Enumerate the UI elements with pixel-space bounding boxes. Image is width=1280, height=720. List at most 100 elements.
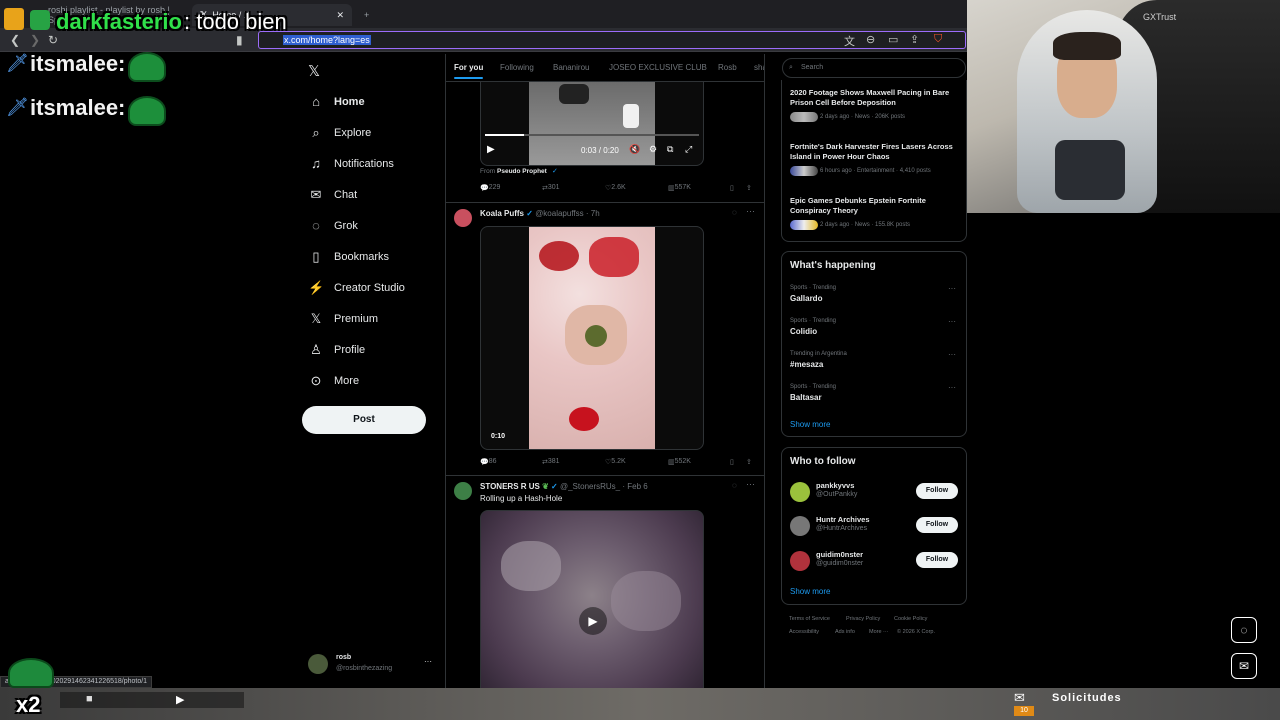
reply-button[interactable]: 💬 86 [480, 458, 497, 466]
follow-button[interactable]: Follow [916, 552, 958, 568]
grok-float-button[interactable]: ◌ [1231, 617, 1257, 643]
follow-name[interactable]: Huntr Archives [816, 515, 870, 524]
trend-name[interactable]: #mesaza [790, 360, 823, 369]
url-field[interactable]: x.com/home?lang=es [258, 31, 966, 49]
footer-link[interactable]: Ads info [835, 629, 855, 635]
post-button[interactable]: Post [302, 406, 426, 434]
fullscreen-icon[interactable]: ⤢ [685, 144, 692, 155]
whats-happening-card: What's happening Sports · Trending Galla… [781, 251, 967, 437]
messages-float-button[interactable]: ✉ [1231, 653, 1257, 679]
share-icon[interactable]: ⇪ [910, 33, 919, 46]
bookmark-page-icon[interactable]: ▮ [236, 33, 243, 47]
repost-button[interactable]: ⇄ 381 [542, 458, 560, 466]
show-more-link[interactable]: Show more [790, 587, 830, 596]
follow-name[interactable]: guidim0nster [816, 550, 863, 559]
back-icon[interactable]: ❮ [10, 33, 20, 47]
zoom-icon[interactable]: ⊖ [866, 33, 875, 46]
sidebar-item-creator-studio[interactable]: ⚡ Creator Studio [308, 280, 405, 296]
tab-joseo[interactable]: JOSEO EXCLUSIVE CLUB [609, 63, 707, 72]
tab-more[interactable]: sha [754, 63, 764, 72]
reload-icon[interactable]: ↻ [48, 33, 58, 47]
follow-handle: @guidim0nster [816, 560, 864, 567]
sidebar-item-profile[interactable]: ♙ Profile [308, 342, 365, 358]
cast-icon[interactable]: ▭ [888, 33, 898, 46]
more-icon[interactable]: ··· [948, 284, 956, 293]
sidebar-item-premium[interactable]: 𝕏 Premium [308, 311, 378, 327]
sidebar-item-explore[interactable]: ⌕ Explore [308, 125, 371, 141]
post-video[interactable]: ▶ 0:03 / 0:20 🔇 ⚙ ⧉ ⤢ [480, 82, 704, 166]
more-icon[interactable]: ··· [424, 657, 432, 666]
play-icon[interactable]: ▶ [487, 144, 495, 155]
tab-rosb[interactable]: Rosb [718, 63, 737, 72]
video-progress[interactable] [485, 134, 699, 136]
stop-icon[interactable]: ■ [86, 693, 93, 705]
sidebar-item-grok[interactable]: ◌ Grok [308, 218, 358, 233]
post-video[interactable]: ▶ [480, 510, 704, 694]
trend-name[interactable]: Colidio [790, 327, 817, 336]
forward-icon[interactable]: ❯ [30, 33, 40, 47]
account-switcher[interactable]: rosb @rosbinthezazing ··· [304, 652, 436, 680]
footer-link[interactable]: Privacy Policy [846, 616, 880, 622]
sidebar-item-notifications[interactable]: ♫ Notifications [308, 156, 394, 171]
repost-button[interactable]: ⇄ 301 [542, 184, 560, 192]
more-icon[interactable]: ··· [746, 206, 755, 216]
avatar[interactable] [454, 482, 472, 500]
mute-icon[interactable]: 🔇 [629, 144, 640, 155]
like-button[interactable]: ♡ 2.6K [605, 184, 626, 192]
sidebar-item-home[interactable]: ⌂ Home [308, 94, 365, 109]
more-icon[interactable]: ··· [948, 350, 956, 359]
post-video[interactable]: 0:10 [480, 226, 704, 450]
sidebar-item-bookmarks[interactable]: ▯ Bookmarks [308, 249, 389, 265]
more-icon[interactable]: ··· [948, 383, 956, 392]
pepe-emote-icon [30, 10, 50, 30]
bookmark-icon[interactable]: ▯ [730, 458, 734, 466]
new-tab-button[interactable]: + [356, 4, 377, 26]
play-icon[interactable]: ▶ [579, 607, 607, 635]
sidebar-item-more[interactable]: ⊙ More [308, 373, 360, 389]
tab-bananirou[interactable]: Bananirou [553, 63, 589, 72]
follow-button[interactable]: Follow [916, 517, 958, 533]
post-author[interactable]: Koala Puffs ✓ @koalapuffss · 7h [480, 209, 600, 218]
more-icon[interactable]: ··· [948, 317, 956, 326]
avatar[interactable] [454, 209, 472, 227]
more-icon[interactable]: ··· [746, 479, 755, 489]
pip-icon[interactable]: ⧉ [667, 144, 673, 155]
avatar[interactable] [790, 516, 810, 536]
footer-link[interactable]: More ··· [869, 629, 889, 635]
reply-button[interactable]: 💬 229 [480, 184, 500, 192]
translate-icon[interactable]: 文 [844, 33, 855, 49]
views-button[interactable]: ▥ 557K [668, 184, 691, 192]
settings-icon[interactable]: ⚙ [649, 144, 657, 155]
news-title[interactable]: 2020 Footage Shows Maxwell Pacing in Bar… [790, 88, 960, 108]
close-tab-icon[interactable]: ✕ [336, 10, 344, 21]
footer-link[interactable]: Cookie Policy [894, 616, 927, 622]
footer-link[interactable]: Terms of Service [789, 616, 830, 622]
trend-name[interactable]: Gallardo [790, 294, 822, 303]
show-more-link[interactable]: Show more [790, 420, 830, 429]
footer-link[interactable]: Accessibility [789, 629, 819, 635]
from-account[interactable]: Pseudo Prophet [497, 168, 547, 175]
play-icon[interactable]: ▶ [176, 693, 184, 706]
brave-shield-icon[interactable]: ⛉ [934, 33, 942, 46]
like-button[interactable]: ♡ 5.2K [605, 458, 626, 466]
tab-for-you[interactable]: For you [454, 63, 484, 79]
news-title[interactable]: Fortnite's Dark Harvester Fires Lasers A… [790, 142, 960, 162]
avatar[interactable] [790, 482, 810, 502]
share-icon[interactable]: ⇪ [746, 458, 752, 466]
sidebar-item-label: Creator Studio [334, 282, 405, 294]
post-author[interactable]: STONERS R US ❦ ✓ @_StonersRUs_ · Feb 6 [480, 482, 648, 491]
follow-button[interactable]: Follow [916, 483, 958, 499]
tab-following[interactable]: Following [500, 63, 534, 72]
bookmark-icon[interactable]: ▯ [730, 184, 734, 192]
x-logo-icon[interactable]: 𝕏 [308, 62, 320, 80]
share-icon[interactable]: ⇪ [746, 184, 752, 192]
sidebar-item-chat[interactable]: ✉ Chat [308, 187, 358, 203]
search-input[interactable]: ⌕ Search [782, 58, 966, 78]
avatar[interactable] [790, 551, 810, 571]
views-button[interactable]: ▥ 552K [668, 458, 691, 466]
follow-name[interactable]: pankkyvvs [816, 481, 854, 490]
grok-icon[interactable]: ◌ [732, 208, 737, 217]
trend-name[interactable]: Baltasar [790, 393, 822, 402]
news-title[interactable]: Epic Games Debunks Epstein Fortnite Cons… [790, 196, 960, 216]
grok-icon[interactable]: ◌ [732, 481, 737, 490]
